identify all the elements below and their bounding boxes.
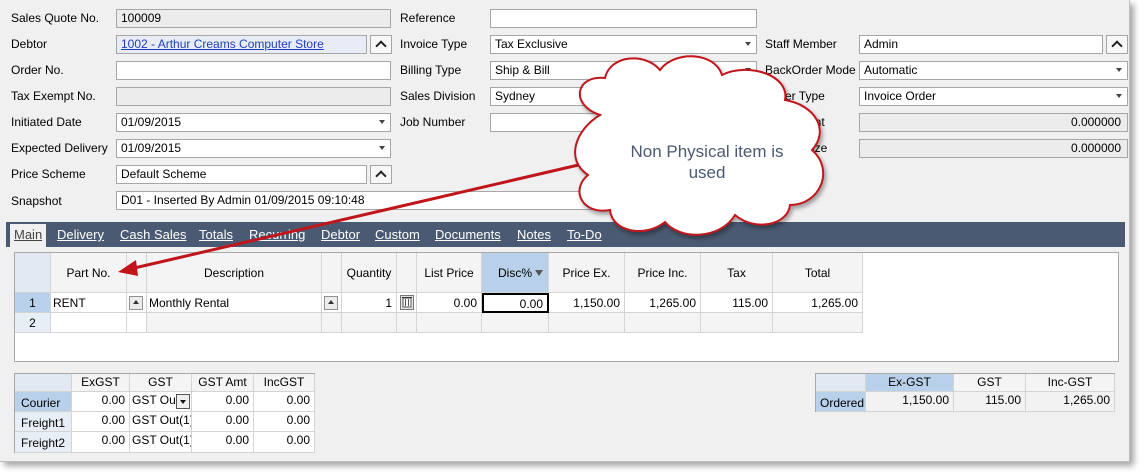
sales-quote-panel: Sales Quote No. 100009 Debtor 1002 - Art… (0, 0, 1130, 462)
annotation-overlay: Non Physical item is used (118, 55, 825, 276)
callout-text-line1: Non Physical item is (630, 142, 783, 161)
callout-text-line2: used (689, 163, 726, 182)
annotation-arrow (118, 158, 601, 276)
